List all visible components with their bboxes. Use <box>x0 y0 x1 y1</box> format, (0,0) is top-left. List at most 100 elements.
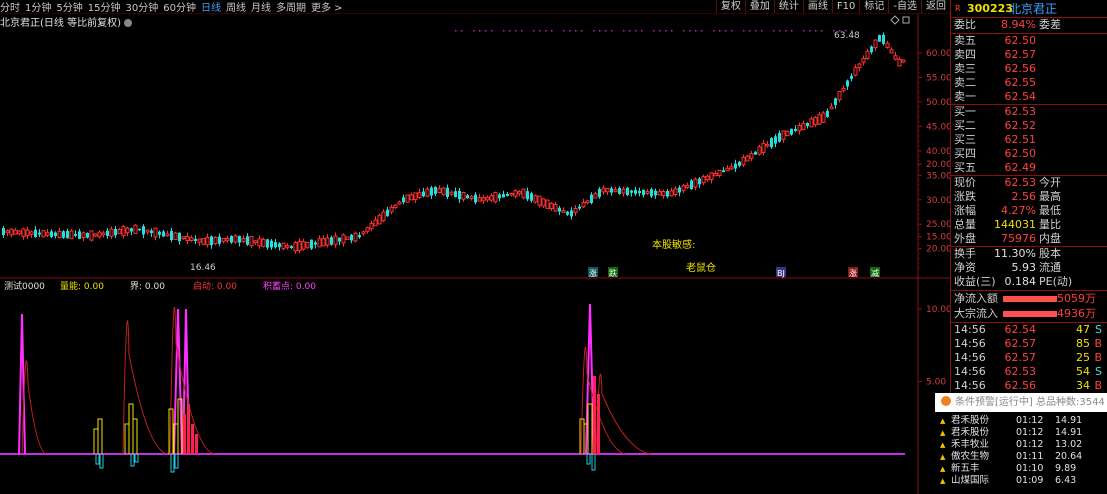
candle-body <box>454 191 457 198</box>
period-tab[interactable]: 多周期 <box>276 0 306 14</box>
candle-body <box>93 233 98 237</box>
stat-value: 144031 <box>994 218 1036 231</box>
toolbar-button[interactable]: 画线 <box>802 0 832 13</box>
tick-side: B <box>1094 337 1102 350</box>
candle-body <box>281 242 286 250</box>
period-tab[interactable]: 分时 <box>0 0 20 14</box>
signal-dot <box>539 30 541 32</box>
action-toolbar: 复权 叠加 统计 画线 F10 标记 -自选 返回 <box>715 0 950 13</box>
flow-bar <box>1003 296 1057 302</box>
alert-row-icon: ▲ <box>940 429 946 437</box>
signal-dot <box>659 30 661 32</box>
panel-separator <box>951 175 1107 176</box>
order-price: 62.52 <box>1004 119 1037 132</box>
tick-side: B <box>1094 379 1102 392</box>
period-tab[interactable]: 更多 > <box>311 0 343 14</box>
stat-label: 净资 <box>954 261 976 274</box>
signal-dot <box>719 30 721 32</box>
signal-dot <box>713 30 715 32</box>
signal-dot <box>563 30 565 32</box>
period-tab[interactable]: 60分钟 <box>163 0 196 14</box>
period-tab[interactable]: 月线 <box>251 0 271 14</box>
tick-row: 14:56 62.54 47 S <box>951 323 1107 337</box>
candle-body <box>466 195 469 199</box>
candle-body <box>630 190 633 193</box>
volume-bar <box>93 428 99 454</box>
candle-body <box>38 232 41 235</box>
toolbar-button[interactable]: 统计 <box>773 0 803 13</box>
toolbar-button[interactable]: 标记 <box>859 0 888 13</box>
sell-row: 卖四 62.57 <box>951 48 1107 62</box>
toolbar-button[interactable]: 复权 <box>715 0 745 13</box>
candle-body <box>437 188 442 193</box>
kline-chart[interactable]: 60.00 55.00 50.00 45.00 40.00 35.00 30.00 25.00… <box>0 14 950 494</box>
alert-popup[interactable]: 条件预警[运行中] 总品种数:3544 条 ▲ 君禾股份 01:12 14.91 ▲ 君禾… <box>935 393 1107 494</box>
candle-body <box>350 234 353 241</box>
toolbar-button[interactable]: 叠加 <box>744 0 774 13</box>
tick-price: 62.57 <box>1004 337 1037 350</box>
toolbar-button[interactable]: F10 <box>831 0 859 13</box>
toolbar-button[interactable]: -自选 <box>888 0 921 13</box>
candle-body <box>293 242 298 252</box>
alert-row[interactable]: ▲ 傲农生物 01:11 20.64 <box>935 451 1107 463</box>
period-tab[interactable]: 30分钟 <box>125 0 158 14</box>
candle-body <box>590 194 593 203</box>
candle-body <box>634 189 637 194</box>
alert-stock-name: 君禾股份 <box>951 427 990 438</box>
candle-body <box>865 50 870 59</box>
candle-body <box>386 209 389 217</box>
alert-header[interactable]: 条件预警[运行中] 总品种数:3544 条 <box>935 393 1107 412</box>
candle-body <box>461 191 466 200</box>
candle-body <box>434 186 437 194</box>
candle-body <box>246 236 249 245</box>
y-tick-label: 30.00 <box>926 196 950 206</box>
alert-row[interactable]: ▲ 君禾股份 01:12 14.91 <box>935 427 1107 439</box>
signal-dot <box>623 30 625 32</box>
order-label: 买二 <box>954 119 976 132</box>
alert-price: 6.43 <box>1055 475 1077 486</box>
signal-dot <box>821 30 823 32</box>
candle-body <box>526 191 529 200</box>
cyan-bar <box>591 454 596 471</box>
buy-row: 买五 62.49 <box>951 161 1107 175</box>
stock-header: R 300223 北京君正 <box>951 2 1107 16</box>
candle-body <box>521 188 526 199</box>
signal-dot <box>683 30 685 32</box>
stat-value: 5.93 <box>1011 261 1037 274</box>
candle-body <box>601 187 606 193</box>
flow-row: 净流入额 5059万 <box>951 292 1107 306</box>
order-price: 62.53 <box>1004 105 1037 118</box>
alert-stock-name: 傲农生物 <box>951 451 990 462</box>
candle-body <box>598 188 601 197</box>
period-tab[interactable]: 5分钟 <box>56 0 82 14</box>
alert-row[interactable]: ▲ 新五丰 01:10 9.89 <box>935 463 1107 475</box>
candle-body <box>125 227 130 234</box>
order-label: 卖三 <box>954 62 976 75</box>
candle-body <box>25 229 30 237</box>
period-tab[interactable]: 周线 <box>226 0 246 14</box>
alert-row[interactable]: ▲ 山煤国际 01:09 6.43 <box>935 475 1107 487</box>
candle-body <box>142 226 145 235</box>
signal-dot <box>611 30 613 32</box>
period-tab[interactable]: 日线 <box>201 0 221 14</box>
high-price-label: 63.48 <box>834 31 860 41</box>
period-tab[interactable]: 15分钟 <box>88 0 121 14</box>
candle-body <box>613 189 618 193</box>
candle-body <box>638 190 641 194</box>
candle-body <box>353 232 358 242</box>
alert-row-icon: ▲ <box>940 441 946 449</box>
candle-body <box>270 240 273 248</box>
signal-dot <box>479 30 481 32</box>
stat-label-2: PE(动) <box>1039 275 1073 288</box>
candle-body <box>797 124 802 132</box>
candle-body <box>233 235 238 243</box>
alert-row[interactable]: ▲ 君禾股份 01:12 14.91 <box>935 415 1107 427</box>
candle-body <box>642 189 645 196</box>
period-tab[interactable]: 1分钟 <box>25 0 51 14</box>
candle-body <box>413 192 418 201</box>
alert-row[interactable]: ▲ 禾丰牧业 01:12 13.02 <box>935 439 1107 451</box>
signal-tag: 涨 <box>589 268 597 278</box>
signal-dot <box>491 30 493 32</box>
signal-dot <box>815 30 817 32</box>
toolbar-button[interactable]: 返回 <box>921 0 950 13</box>
